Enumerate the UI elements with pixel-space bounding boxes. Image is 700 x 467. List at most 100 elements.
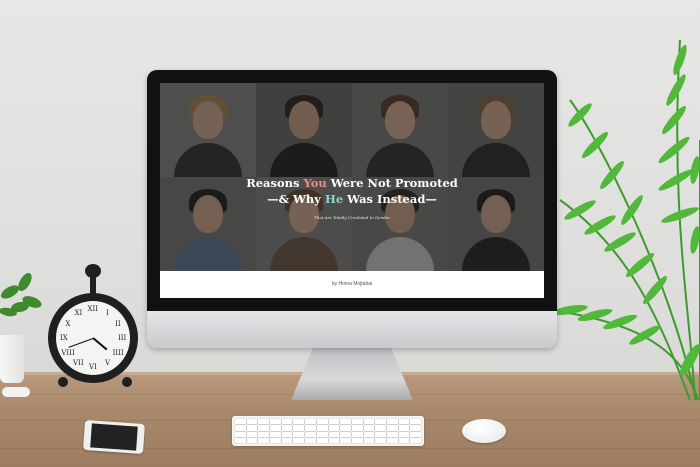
keyboard-key [340, 425, 351, 431]
headline-line-2: —& Why He Was Instead— [267, 192, 437, 206]
byline: by Homa Mojtabai [331, 281, 373, 287]
toy-car [2, 387, 30, 397]
keyboard-key [398, 425, 410, 431]
desk-scene: XIIIIIIIIIIIIVVIVIIVIIIIXXXI [0, 0, 700, 467]
keyboard-key [235, 419, 246, 425]
keyboard-key [363, 437, 375, 443]
keyboard-key [305, 437, 316, 443]
keyboard-key [351, 419, 363, 425]
keyboard-key [375, 431, 386, 437]
keyboard-key [398, 419, 410, 425]
keyboard-key [328, 425, 340, 431]
keyboard-key [281, 431, 293, 437]
monitor-stand [291, 348, 413, 400]
keyboard-key [281, 437, 293, 443]
alarm-clock: XII I II III IIII V VI VII VIII IX X XI [48, 293, 138, 383]
keyboard-key [305, 425, 316, 431]
keyboard-key [270, 431, 281, 437]
keyboard-key [351, 437, 363, 443]
keyboard-key [246, 425, 258, 431]
keyboard-key [351, 425, 363, 431]
keyboard-key [340, 431, 351, 437]
keyboard-key [386, 431, 398, 437]
keyboard-key [386, 425, 398, 431]
white-mug [0, 335, 24, 383]
keyboard-key [281, 419, 293, 425]
keyboard-key [340, 419, 351, 425]
keyboard-key [375, 437, 386, 443]
imac-monitor: Reasons You Were Not Promoted —& Why He … [147, 70, 557, 348]
keyboard-key [363, 419, 375, 425]
monitor-chin [147, 311, 557, 348]
clock-numeral: IIII [112, 348, 124, 357]
clock-numeral: III [118, 334, 127, 342]
keyboard-key [293, 437, 305, 443]
keyboard-key [410, 431, 421, 437]
keyboard-key [351, 431, 363, 437]
clock-numeral: II [115, 319, 121, 328]
clock-numeral: V [105, 359, 111, 368]
keyboard-key [258, 431, 270, 437]
keyboard-key [328, 431, 340, 437]
small-potted-plant [0, 272, 42, 317]
keyboard-key [258, 419, 270, 425]
clock-numeral: VI [89, 363, 97, 371]
monitor-bezel: Reasons You Were Not Promoted —& Why He … [147, 70, 557, 311]
clock-numeral: XII [87, 305, 99, 313]
keyboard-key [375, 425, 386, 431]
keyboard-key [305, 419, 316, 425]
keyboard-key [281, 425, 293, 431]
monitor-screen: Reasons You Were Not Promoted —& Why He … [160, 83, 544, 298]
keyboard-key [398, 431, 410, 437]
headline-he: He [324, 192, 344, 206]
clock-numeral: VIII [61, 348, 75, 357]
headline-subtitle: That Are Totally Unrelated to Gender [314, 215, 390, 220]
headline: Reasons You Were Not Promoted —& Why He … [160, 175, 544, 207]
phone-screen [90, 423, 138, 451]
keyboard-key [258, 437, 270, 443]
keyboard-key [270, 419, 281, 425]
keyboard-key [363, 431, 375, 437]
clock-numeral: IX [60, 334, 68, 342]
keyboard-key [235, 425, 246, 431]
keyboard-key [386, 419, 398, 425]
keyboard-key [316, 437, 328, 443]
keyboard-key [293, 425, 305, 431]
keyboard-key [293, 431, 305, 437]
keyboard-key [316, 431, 328, 437]
clock-hour-hand [92, 337, 108, 351]
keyboard-key [410, 419, 421, 425]
keyboard-key [235, 431, 246, 437]
clock-minute-hand [68, 337, 94, 348]
keyboard-key [270, 425, 281, 431]
clock-numeral: X [65, 319, 71, 328]
keyboard-key [328, 419, 340, 425]
fern-plant [549, 39, 700, 401]
keyboard-key [246, 419, 258, 425]
keyboard [232, 416, 424, 446]
clock-foot-left [58, 377, 68, 387]
keyboard-key [270, 437, 281, 443]
keyboard-key [258, 425, 270, 431]
clock-numeral: I [106, 308, 109, 317]
keyboard-key [246, 437, 258, 443]
keyboard-key [328, 437, 340, 443]
keyboard-key [340, 437, 351, 443]
keyboard-key [386, 437, 398, 443]
clock-numeral: VII [73, 359, 84, 368]
keyboard-key [410, 425, 421, 431]
byline-bar: by Homa Mojtabai [160, 271, 544, 298]
clock-face: XII I II III IIII V VI VII VIII IX X XI [56, 301, 130, 375]
keyboard-key [246, 431, 258, 437]
smartphone [83, 419, 145, 455]
clock-numeral: XI [74, 308, 83, 317]
keyboard-key [235, 437, 246, 443]
keyboard-key [410, 437, 421, 443]
clock-foot-right [122, 377, 132, 387]
headline-line-1: Reasons You Were Not Promoted [246, 176, 458, 190]
keyboard-key [305, 431, 316, 437]
headline-you: You [303, 176, 327, 190]
clock-stem [90, 276, 96, 294]
keyboard-key [375, 419, 386, 425]
keyboard-key [293, 419, 305, 425]
